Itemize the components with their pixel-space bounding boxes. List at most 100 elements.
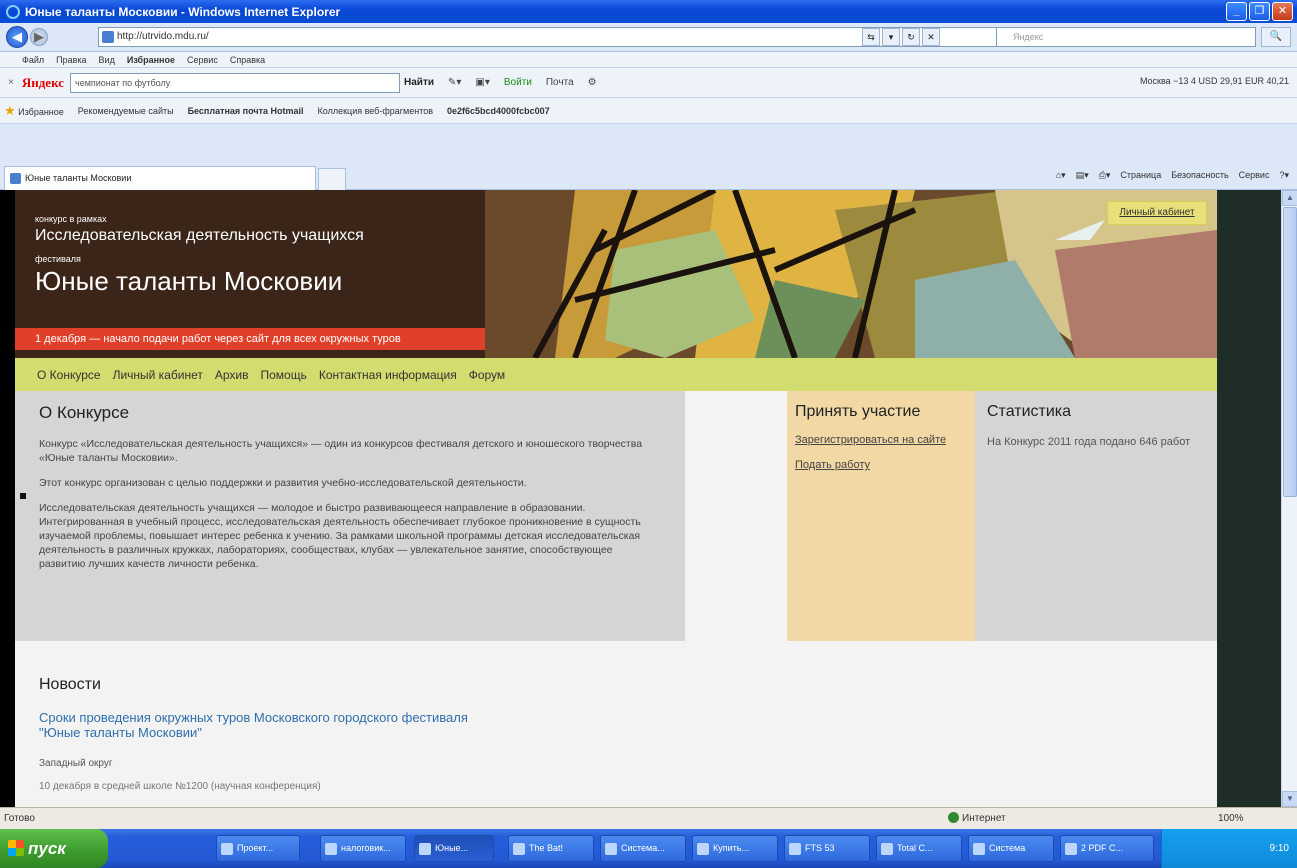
search-input[interactable]: Яндекс: [996, 27, 1256, 47]
print-icon[interactable]: ⎙▾: [1099, 170, 1111, 181]
close-button[interactable]: ✕: [1272, 2, 1293, 21]
search-button[interactable]: 🔍: [1261, 27, 1291, 47]
feeds-icon[interactable]: ▤▾: [1076, 170, 1089, 181]
yandex-find-button[interactable]: Найти: [404, 77, 434, 88]
taskbar-item-9[interactable]: Система: [968, 835, 1054, 862]
statistics-title: Статистика: [987, 403, 1072, 420]
forward-button[interactable]: ▶: [30, 28, 48, 46]
news-title: Новости: [39, 676, 101, 693]
main-nav: О Конкурсе Личный кабинет Архив Помощь К…: [15, 358, 1217, 391]
submit-work-link[interactable]: Подать работу: [795, 458, 967, 473]
stop-icon[interactable]: ✕: [922, 28, 940, 46]
yandex-search-input[interactable]: чемпионат по футболу: [70, 72, 401, 93]
statistics-text: На Конкурс 2011 года подано 646 работ: [987, 436, 1191, 448]
taskbar-item-1[interactable]: Проект...: [216, 835, 300, 862]
help-icon[interactable]: ?▾: [1279, 170, 1289, 181]
menu-edit[interactable]: Правка: [56, 55, 86, 65]
bookmark-icon[interactable]: ✎▾: [448, 77, 461, 88]
yandex-login-button[interactable]: Войти: [504, 77, 532, 88]
personal-cabinet-link[interactable]: Личный кабинет: [1107, 201, 1207, 225]
compat-view-icon[interactable]: ⇆: [862, 28, 880, 46]
banner-heading-contest: Исследовательская деятельность учащихся: [35, 227, 364, 244]
ie-logo-icon: [6, 4, 20, 19]
dropdown-icon[interactable]: ▾: [882, 28, 900, 46]
status-bar: Готово Интернет 100%: [0, 807, 1297, 829]
toolbar-close-icon[interactable]: ×: [8, 77, 14, 88]
refresh-icon[interactable]: ↻: [902, 28, 920, 46]
scroll-thumb[interactable]: [1283, 207, 1297, 497]
fav-item-hotmail-label: Бесплатная почта Hotmail: [187, 105, 304, 116]
internet-zone-icon: [948, 812, 959, 823]
nav-forum[interactable]: Форум: [469, 368, 505, 382]
news-item-text: 10 декабря в средней школе №1200 (научна…: [39, 781, 321, 792]
menu-tools[interactable]: Сервис: [187, 55, 218, 65]
fav-item-recommended[interactable]: Рекомендуемые сайты: [78, 106, 174, 116]
about-section: О Конкурсе Конкурс «Исследовательская де…: [15, 391, 685, 641]
cmd-safety[interactable]: Безопасность: [1171, 170, 1228, 181]
window-title: Юные таланты Московии - Windows Internet…: [25, 4, 341, 19]
yandex-logo[interactable]: Яндекс: [22, 75, 64, 91]
minimize-button[interactable]: _: [1226, 2, 1247, 21]
favorites-label: Избранное: [18, 106, 64, 117]
menu-file[interactable]: Файл: [22, 55, 44, 65]
taskbar-item-3[interactable]: Юные...: [414, 835, 494, 862]
yandex-mail-button[interactable]: Почта: [546, 77, 574, 88]
menu-favorites[interactable]: Избранное: [127, 55, 175, 65]
tray-clock[interactable]: 9:10: [1270, 843, 1289, 854]
taskbar-item-4[interactable]: The Bat!: [508, 835, 594, 862]
nav-contacts[interactable]: Контактная информация: [319, 368, 457, 382]
right-decor-strip: [1217, 190, 1281, 807]
star-icon: ★: [4, 102, 16, 118]
taskbar-item-6[interactable]: Купить...: [692, 835, 778, 862]
taskbar-item-5[interactable]: Система...: [600, 835, 686, 862]
address-toolbar: ◀ ▶ http://utrvido.mdu.ru/ ⇆ ▾ ↻ ✕ Яндек…: [0, 23, 1297, 52]
about-paragraph-2: Этот конкурс организован с целью поддерж…: [39, 477, 527, 489]
cmd-page[interactable]: Страница: [1120, 170, 1161, 181]
about-paragraph-1: Конкурс «Исследовательская деятельность …: [39, 438, 643, 464]
zoom-level[interactable]: 100%: [1218, 808, 1244, 829]
nav-archive[interactable]: Архив: [215, 368, 249, 382]
news-section: Новости Сроки проведения окружных туров …: [15, 641, 1217, 807]
maximize-button[interactable]: ❐: [1249, 2, 1270, 21]
command-bar: ⌂▾ ▤▾ ⎙▾ Страница Безопасность Сервис ?▾: [1056, 170, 1289, 181]
new-tab-button[interactable]: [318, 168, 346, 190]
statistics-section: Статистика На Конкурс 2011 года подано 6…: [975, 391, 1217, 641]
taskbar-item-8[interactable]: Total C...: [876, 835, 962, 862]
cmd-tools[interactable]: Сервис: [1239, 170, 1270, 181]
nav-cabinet[interactable]: Личный кабинет: [113, 368, 203, 382]
taskbar-item-7[interactable]: FTS 53: [784, 835, 870, 862]
register-link[interactable]: Зарегистрироваться на сайте: [795, 433, 967, 448]
security-zone-label: Интернет: [962, 813, 1006, 824]
security-zone: Интернет: [948, 808, 1006, 829]
vertical-scrollbar[interactable]: ▲ ▼: [1281, 190, 1297, 807]
weather-currency-widget: Москва −13 4 USD 29,91 EUR 40,21: [1139, 76, 1289, 86]
about-title: О Конкурсе: [39, 403, 130, 422]
start-button[interactable]: пуск: [0, 829, 108, 868]
nav-about[interactable]: О Конкурсе: [37, 368, 101, 382]
participate-section: Принять участие Зарегистрироваться на са…: [787, 391, 975, 641]
left-edge-marker: [0, 452, 9, 490]
fav-item-hotmail[interactable]: Бесплатная почта Hotmail: [188, 106, 304, 116]
tab-active[interactable]: Юные таланты Московии: [4, 166, 316, 190]
scroll-up-icon[interactable]: ▲: [1282, 190, 1297, 206]
deadline-announcement: 1 декабря — начало подачи работ через са…: [15, 328, 485, 350]
fav-item-webslices[interactable]: Коллекция веб-фрагментов: [318, 106, 433, 116]
news-item-link[interactable]: Сроки проведения окружных туров Московск…: [39, 710, 489, 740]
tab-bar: Юные таланты Московии ⌂▾ ▤▾ ⎙▾ Страница …: [0, 124, 1297, 190]
fav-item-link[interactable]: 0e2f6c5bcd4000fcbc007: [447, 106, 550, 116]
back-button[interactable]: ◀: [6, 26, 28, 48]
menu-help[interactable]: Справка: [230, 55, 265, 65]
translate-icon[interactable]: ▣▾: [475, 77, 489, 88]
settings-icon[interactable]: ⚙: [588, 77, 597, 88]
bullet-marker: [20, 493, 26, 499]
scroll-down-icon[interactable]: ▼: [1282, 791, 1297, 807]
menu-view[interactable]: Вид: [99, 55, 115, 65]
favorites-button[interactable]: ★ Избранное: [4, 103, 64, 119]
nav-help[interactable]: Помощь: [260, 368, 306, 382]
search-placeholder: Яндекс: [1013, 32, 1044, 42]
start-label: пуск: [28, 839, 66, 858]
taskbar-item-10[interactable]: 2 PDF C...: [1060, 835, 1154, 862]
yandex-search-value: чемпионат по футболу: [75, 77, 171, 88]
taskbar-item-2[interactable]: налоговик...: [320, 835, 406, 862]
home-icon[interactable]: ⌂▾: [1056, 170, 1066, 181]
